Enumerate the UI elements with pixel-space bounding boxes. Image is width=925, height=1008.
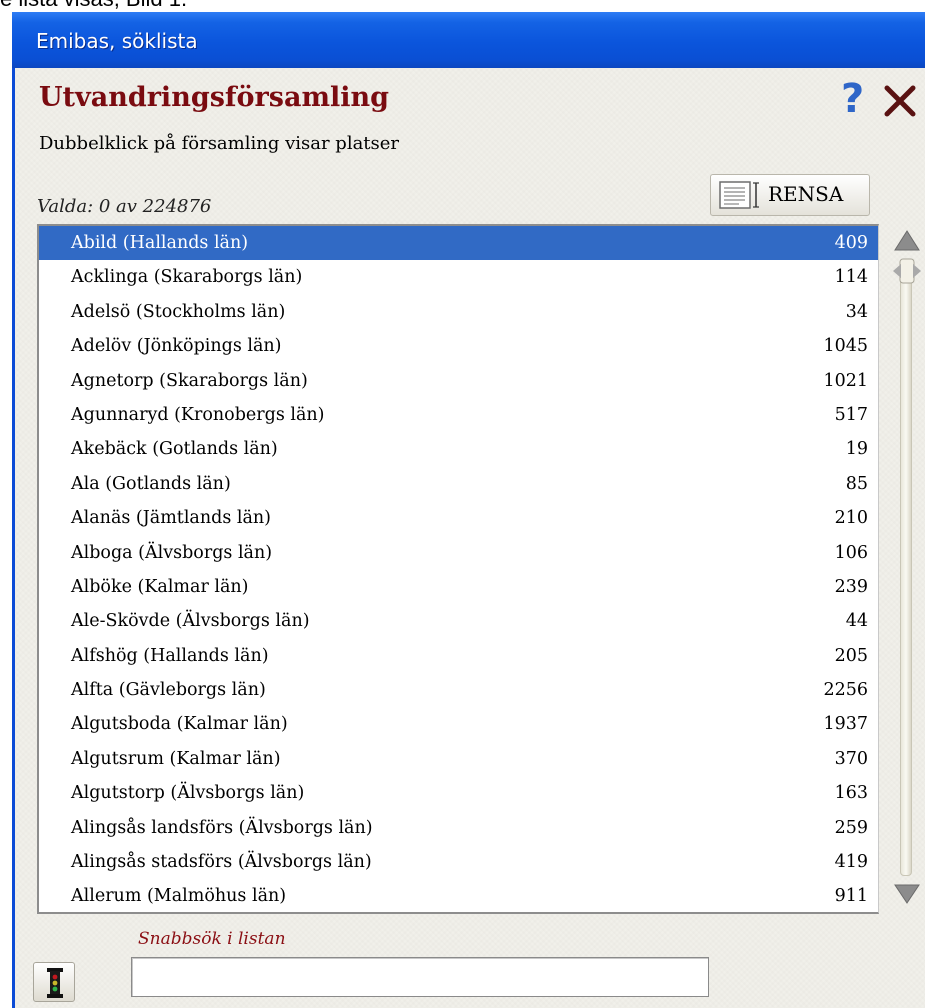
list-item-count: 1021	[823, 370, 868, 391]
scroll-up-arrow-icon[interactable]	[892, 228, 922, 256]
list-item-name: Alboga (Älvsborgs län)	[71, 542, 273, 563]
list-item-count: 114	[834, 267, 868, 288]
list-item-count: 409	[834, 233, 868, 253]
list-item[interactable]: Agnetorp (Skaraborgs län) 1021	[39, 364, 878, 398]
quicksearch-label: Snabbsök i listan	[138, 929, 286, 949]
list-item-name: Ale-Skövde (Älvsborgs län)	[71, 611, 310, 632]
list-item[interactable]: Alingsås stadsförs (Älvsborgs län) 419	[39, 845, 878, 879]
list-item[interactable]: Alboga (Älvsborgs län) 106	[39, 536, 878, 570]
traffic-light-button[interactable]	[33, 962, 75, 1002]
list-item-name: Algutsboda (Kalmar län)	[71, 714, 288, 735]
list-item[interactable]: Alingsås landsförs (Älvsborgs län) 259	[39, 811, 878, 845]
list-item-name: Adelsö (Stockholms län)	[71, 301, 286, 322]
quicksearch-input[interactable]	[131, 957, 709, 997]
list-item[interactable]: Alböke (Kalmar län) 239	[39, 570, 878, 604]
list-item-name: Abild (Hallands län)	[71, 233, 249, 253]
list-item[interactable]: Adelsö (Stockholms län) 34	[39, 295, 878, 329]
list-item-name: Algutstorp (Älvsborgs län)	[71, 783, 305, 804]
list-item-name: Agunnaryd (Kronobergs län)	[71, 404, 325, 425]
list-item[interactable]: Alanäs (Jämtlands län) 210	[39, 501, 878, 535]
title-bar[interactable]: Emibas, söklista	[12, 12, 925, 68]
parish-list[interactable]: Abild (Hallands län) 409 Acklinga (Skarabo…	[37, 224, 879, 914]
list-item[interactable]: Agunnaryd (Kronobergs län) 517	[39, 398, 878, 432]
list-item-name: Ala (Gotlands län)	[71, 473, 231, 494]
list-item-count: 2256	[823, 680, 868, 701]
list-item-name: Agnetorp (Skaraborgs län)	[71, 370, 308, 391]
window-title: Emibas, söklista	[36, 29, 198, 53]
list-item-count: 239	[834, 576, 868, 597]
caption-strip: e lista visas, Bild 1.	[0, 0, 925, 12]
caption-text: e lista visas, Bild 1.	[0, 0, 187, 12]
list-item-count: 419	[834, 852, 868, 873]
list-item-count: 163	[834, 783, 868, 804]
list-item-count: 106	[834, 542, 868, 563]
vertical-scrollbar[interactable]	[887, 224, 925, 914]
list-item-name: Alingsås landsförs (Älvsborgs län)	[71, 817, 373, 838]
list-item-count: 1045	[823, 336, 868, 357]
list-item-name: Alfta (Gävleborgs län)	[71, 680, 266, 701]
rensa-button[interactable]: RENSA	[710, 174, 870, 216]
list-item[interactable]: Algutstorp (Älvsborgs län) 163	[39, 776, 878, 810]
list-item-name: Alanäs (Jämtlands län)	[71, 508, 271, 529]
search-list-window: Emibas, söklista Utvandringsförsamling D…	[12, 12, 925, 1008]
list-item-name: Akebäck (Gotlands län)	[71, 439, 278, 460]
list-item-name: Algutsrum (Kalmar län)	[71, 748, 281, 769]
list-item-count: 1937	[823, 714, 868, 735]
list-item-count: 911	[834, 886, 868, 907]
list-item-count: 259	[834, 817, 868, 838]
list-item-count: 85	[845, 473, 868, 494]
list-item-count: 19	[845, 439, 868, 460]
list-item[interactable]: Alfta (Gävleborgs län) 2256	[39, 673, 878, 707]
scroll-thumb[interactable]	[891, 258, 923, 284]
list-item[interactable]: Ala (Gotlands län) 85	[39, 467, 878, 501]
list-item-count: 34	[845, 301, 868, 322]
help-icon[interactable]: ?	[841, 76, 864, 122]
close-icon[interactable]	[883, 84, 917, 118]
list-item[interactable]: Algutsrum (Kalmar län) 370	[39, 742, 878, 776]
list-item-name: Alingsås stadsförs (Älvsborgs län)	[71, 852, 372, 873]
list-item[interactable]: Akebäck (Gotlands län) 19	[39, 432, 878, 466]
page-title: Utvandringsförsamling	[39, 82, 390, 113]
scroll-track[interactable]	[900, 268, 912, 876]
list-item-count: 517	[834, 404, 868, 425]
list-item-count: 205	[834, 645, 868, 666]
list-item[interactable]: Ale-Skövde (Älvsborgs län) 44	[39, 604, 878, 638]
scroll-down-arrow-icon[interactable]	[892, 881, 922, 907]
list-item[interactable]: Allerum (Malmöhus län) 911	[39, 879, 878, 912]
traffic-light-icon	[47, 968, 63, 998]
list-item-count: 44	[845, 611, 868, 632]
list-item-name: Alfshög (Hallands län)	[71, 645, 269, 666]
list-item-name: Alböke (Kalmar län)	[71, 576, 249, 597]
list-item[interactable]: Acklinga (Skaraborgs län) 114	[39, 260, 878, 294]
list-item-name: Adelöv (Jönköpings län)	[71, 336, 282, 357]
list-item[interactable]: Abild (Hallands län) 409	[39, 226, 878, 261]
list-item-count: 210	[834, 508, 868, 529]
list-item-count: 370	[834, 748, 868, 769]
list-item[interactable]: Alfshög (Hallands län) 205	[39, 639, 878, 673]
rensa-label: RENSA	[768, 182, 844, 206]
list-item-name: Acklinga (Skaraborgs län)	[71, 267, 303, 288]
page-subtitle: Dubbelklick på församling visar platser	[39, 133, 400, 154]
list-item[interactable]: Adelöv (Jönköpings län) 1045	[39, 329, 878, 363]
list-item[interactable]: Algutsboda (Kalmar län) 1937	[39, 707, 878, 741]
list-item-name: Allerum (Malmöhus län)	[71, 886, 287, 907]
selected-count: Valda: 0 av 224876	[37, 196, 212, 217]
list-document-icon	[719, 181, 759, 209]
